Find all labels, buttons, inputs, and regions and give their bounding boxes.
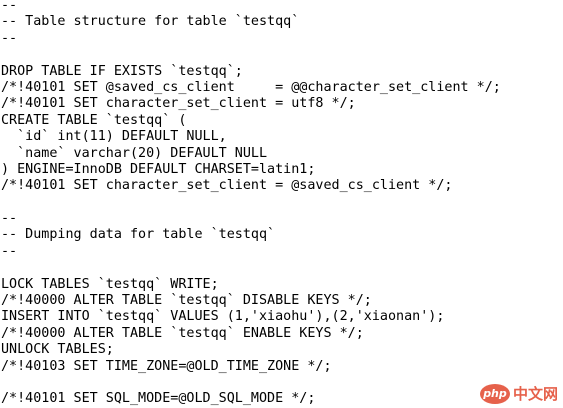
code-line: /*!40103 SET TIME_ZONE=@OLD_TIME_ZONE */… <box>1 358 332 374</box>
watermark-site-name: 中文网 <box>512 385 558 403</box>
code-line: -- <box>1 243 18 259</box>
php-logo-icon: php <box>479 383 510 404</box>
sql-dump-view: -- -- Table structure for table `testqq`… <box>0 0 563 408</box>
code-line: /*!40000 ALTER TABLE `testqq` DISABLE KE… <box>1 293 372 309</box>
code-line: INSERT INTO `testqq` VALUES (1,'xiaohu')… <box>1 309 445 325</box>
code-line: -- <box>1 0 18 13</box>
code-line: -- Table structure for table `testqq` <box>1 14 300 30</box>
code-line: -- <box>1 211 18 227</box>
code-line: DROP TABLE IF EXISTS `testqq`; <box>1 63 243 79</box>
code-line: /*!40000 ALTER TABLE `testqq` ENABLE KEY… <box>1 325 364 341</box>
code-line: /*!40101 SET character_set_client = @sav… <box>1 178 453 194</box>
code-line: ) ENGINE=InnoDB DEFAULT CHARSET=latin1; <box>1 161 316 177</box>
code-line: -- <box>1 30 18 46</box>
php-cn-watermark: php 中文网 <box>479 383 558 404</box>
code-line: UNLOCK TABLES; <box>1 342 114 358</box>
code-line: /*!40101 SET character_set_client = utf8… <box>1 96 356 112</box>
code-line: /*!40101 SET SQL_MODE=@OLD_SQL_MODE */; <box>1 391 316 407</box>
code-line: /*!40101 SET @saved_cs_client = @@charac… <box>1 79 501 95</box>
code-line: -- Dumping data for table `testqq` <box>1 227 276 243</box>
code-line: CREATE TABLE `testqq` ( <box>1 112 187 128</box>
code-line: LOCK TABLES `testqq` WRITE; <box>1 276 219 292</box>
sql-code-block: -- -- Table structure for table `testqq`… <box>1 0 501 408</box>
code-line: `name` varchar(20) DEFAULT NULL <box>1 145 268 161</box>
code-line: `id` int(11) DEFAULT NULL, <box>1 129 227 145</box>
